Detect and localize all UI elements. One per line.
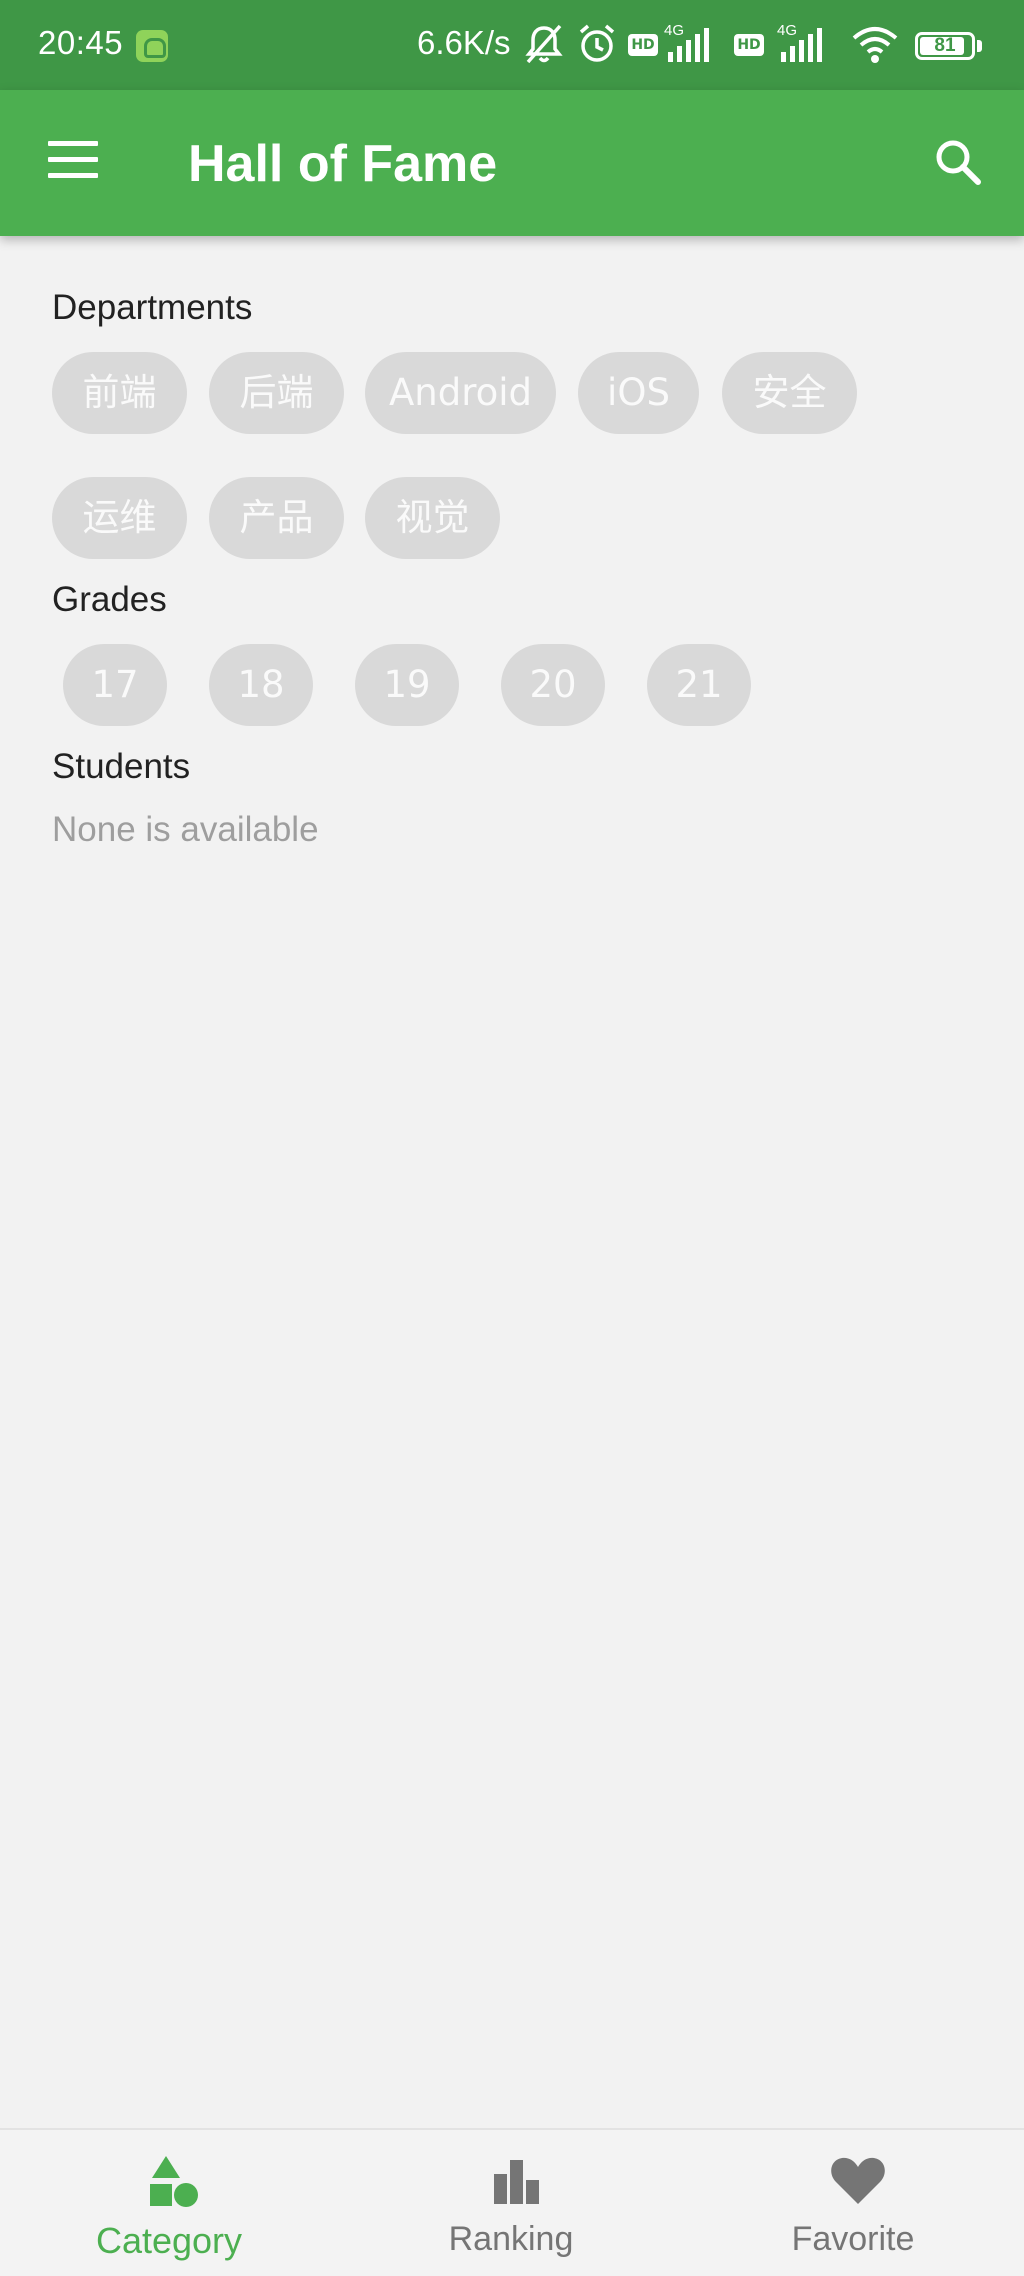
nav-label: Category bbox=[95, 2220, 243, 2261]
department-chip[interactable]: 视觉 bbox=[365, 477, 500, 559]
alarm-icon bbox=[579, 24, 615, 62]
heart-icon bbox=[831, 2157, 885, 2204]
signal-icon bbox=[781, 28, 822, 62]
department-chip[interactable]: 前端 bbox=[52, 352, 187, 434]
battery-level: 81 bbox=[934, 35, 956, 56]
grades-title: Grades bbox=[52, 580, 167, 619]
nav-item-favorite[interactable]: Favorite bbox=[723, 2130, 983, 2276]
grade-chip[interactable]: 19 bbox=[355, 644, 459, 726]
category-icon bbox=[150, 2156, 198, 2207]
department-chip[interactable]: 安全 bbox=[722, 352, 857, 434]
nav-label: Favorite bbox=[791, 2220, 915, 2258]
grade-chip[interactable]: 21 bbox=[647, 644, 751, 726]
department-chip[interactable]: iOS bbox=[578, 352, 699, 434]
battery-tip bbox=[977, 40, 982, 52]
grade-chip[interactable]: 17 bbox=[63, 644, 167, 726]
bottom-navigation: Category Ranking Favorite bbox=[0, 2128, 1024, 2276]
app-bar: Hall of Fame bbox=[0, 90, 1024, 236]
department-chip[interactable]: 后端 bbox=[209, 352, 344, 434]
network-speed: 6.6K/s bbox=[417, 24, 511, 61]
menu-icon[interactable] bbox=[48, 141, 98, 179]
nav-label: Ranking bbox=[448, 2220, 574, 2258]
hd-icon: HD bbox=[628, 34, 658, 56]
nav-item-category[interactable]: Category bbox=[39, 2130, 299, 2276]
department-chip[interactable]: Android bbox=[365, 352, 556, 434]
battery-icon: 81 bbox=[915, 32, 975, 60]
wifi-icon bbox=[852, 27, 898, 63]
status-bar: 20:45 6.6K/s HD 4G HD 4G 81 bbox=[0, 0, 1024, 90]
students-title: Students bbox=[52, 747, 191, 786]
departments-title: Departments bbox=[52, 288, 253, 327]
students-empty-text: None is available bbox=[52, 810, 319, 849]
page-title: Hall of Fame bbox=[188, 135, 498, 193]
nav-item-ranking[interactable]: Ranking bbox=[381, 2130, 641, 2276]
department-chip[interactable]: 产品 bbox=[209, 477, 344, 559]
signal-icon bbox=[668, 28, 709, 62]
hd-icon: HD bbox=[734, 34, 764, 56]
mute-icon bbox=[525, 24, 563, 64]
grade-chip[interactable]: 18 bbox=[209, 644, 313, 726]
search-icon[interactable] bbox=[932, 136, 984, 188]
status-time: 20:45 bbox=[38, 24, 124, 61]
app-notification-icon bbox=[136, 30, 168, 62]
ranking-icon bbox=[494, 2160, 539, 2204]
department-chip[interactable]: 运维 bbox=[52, 477, 187, 559]
grade-chip[interactable]: 20 bbox=[501, 644, 605, 726]
